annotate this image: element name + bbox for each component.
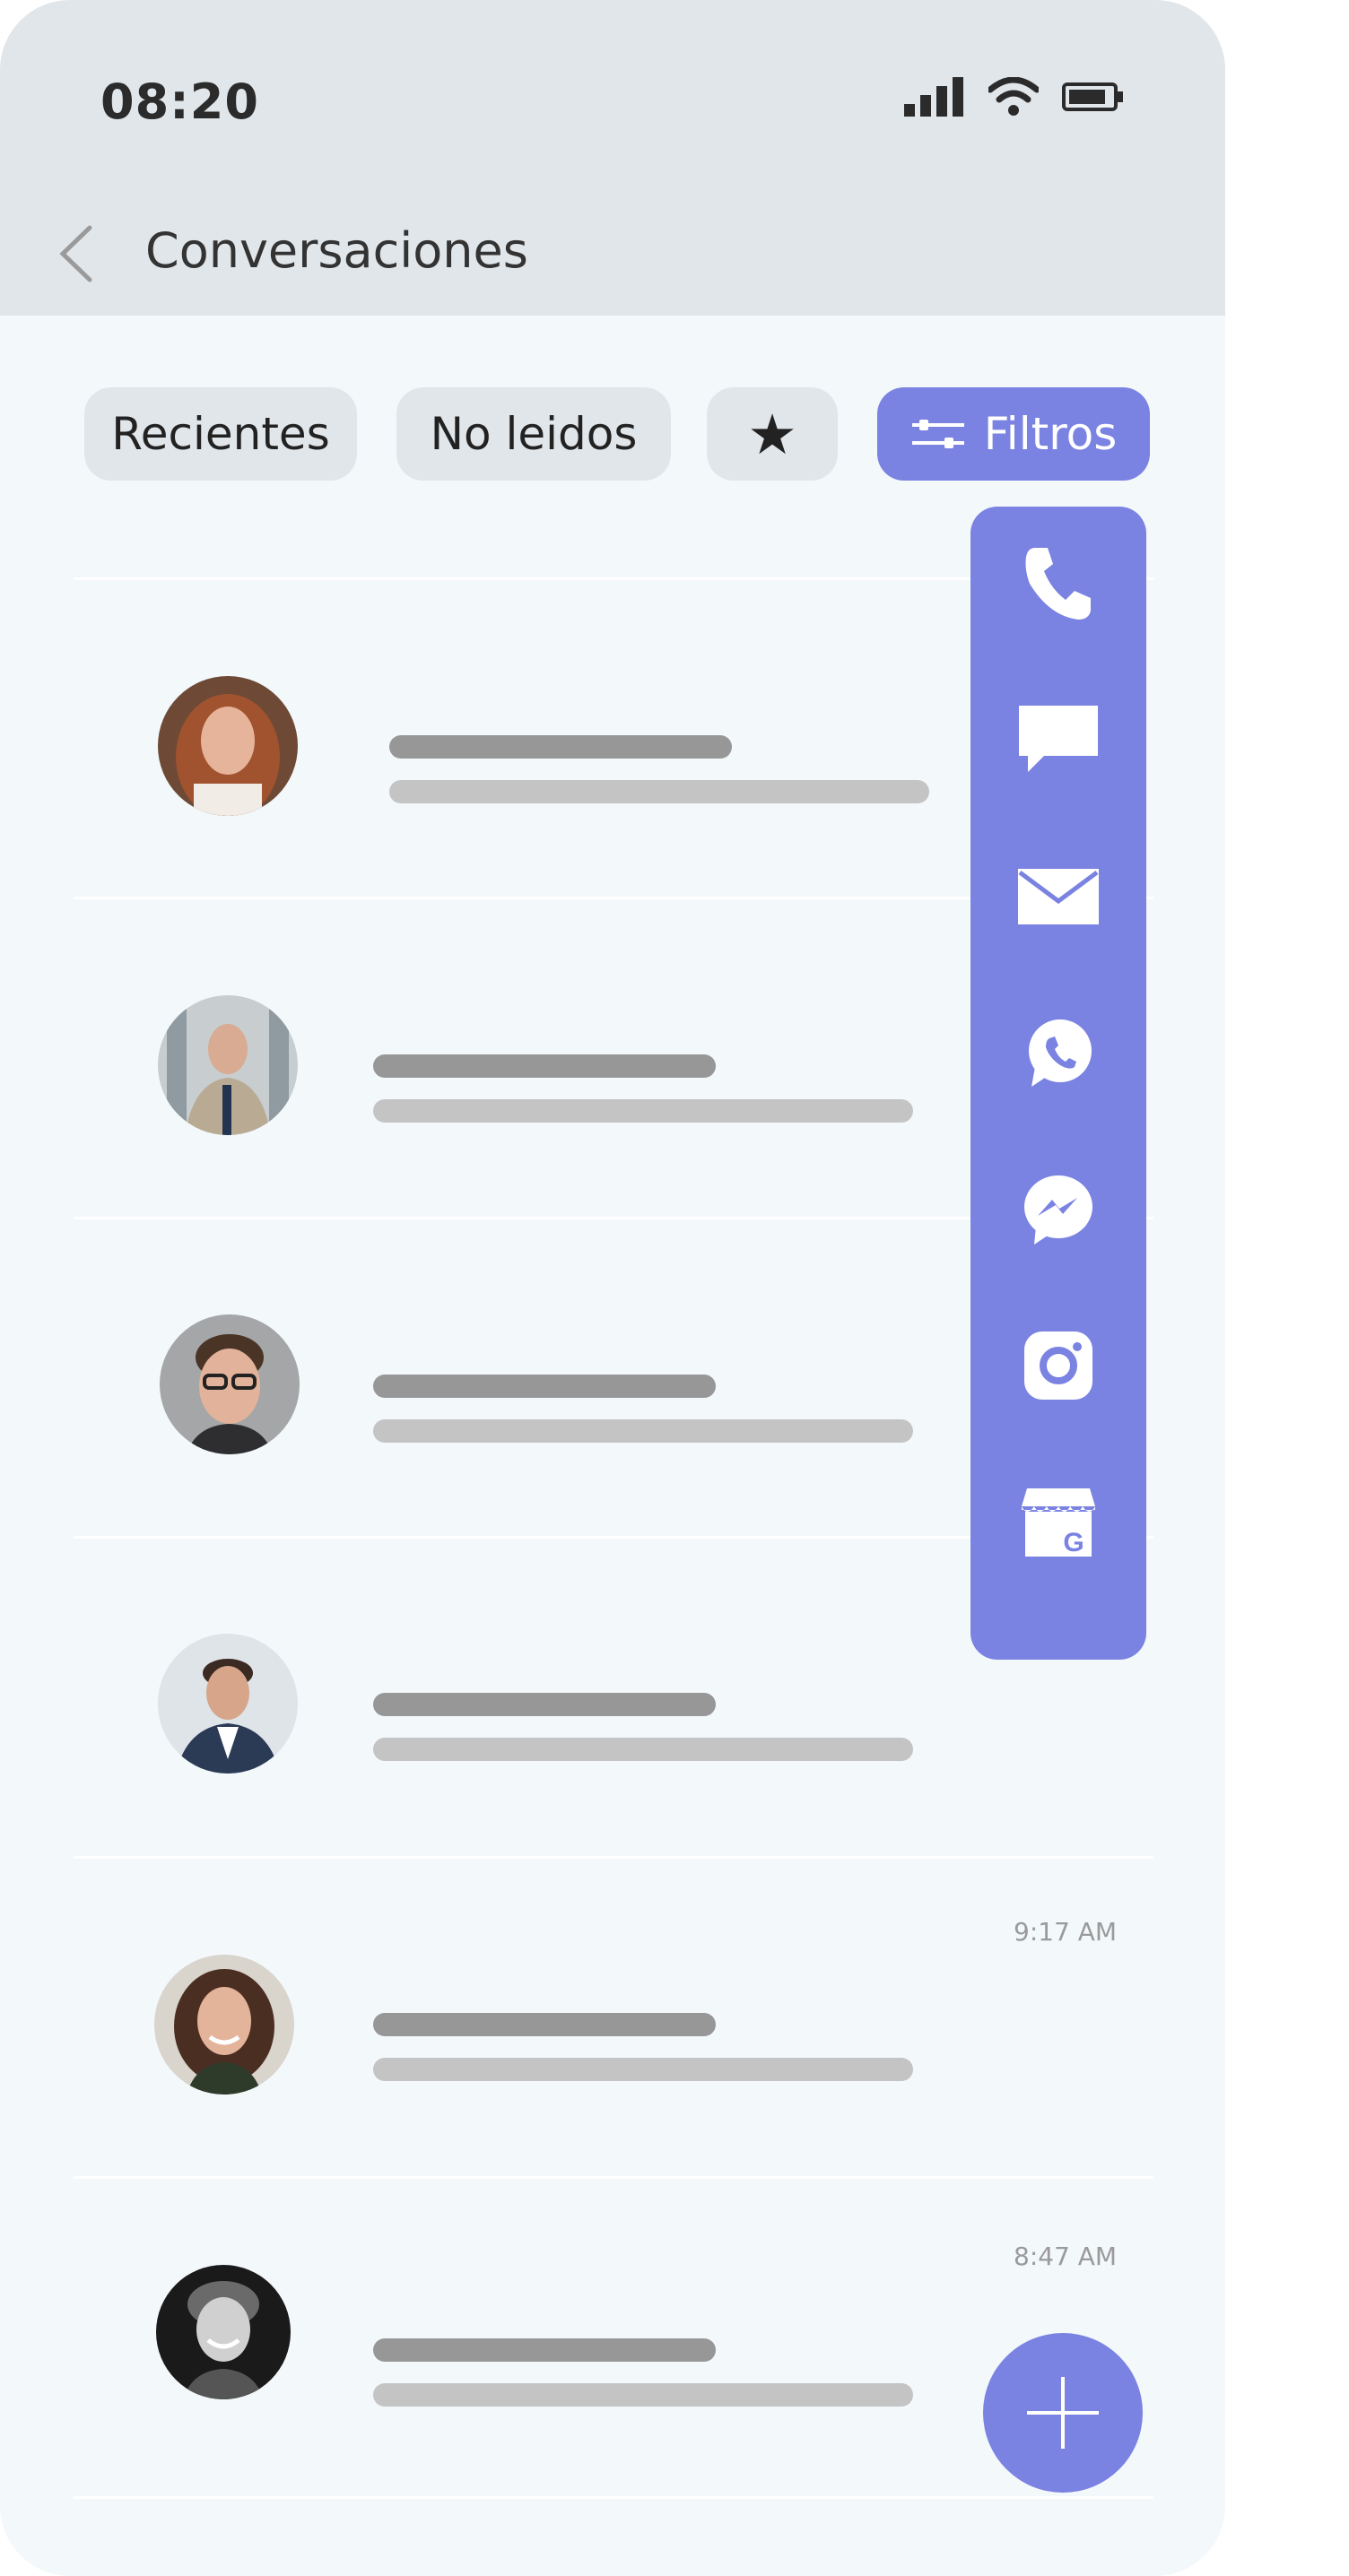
channel-email-button[interactable] (970, 838, 1146, 955)
channel-phone-button[interactable] (970, 525, 1146, 641)
svg-text:G: G (1063, 1528, 1084, 1557)
name-placeholder (373, 2013, 716, 2036)
name-placeholder (389, 735, 732, 759)
page-title: Conversaciones (145, 222, 528, 279)
name-placeholder (373, 1054, 716, 1078)
message-preview-placeholder (373, 2058, 913, 2081)
list-divider (74, 2176, 1153, 2179)
avatar (158, 995, 298, 1135)
timestamp: 9:17 AM (1014, 1917, 1118, 1947)
new-conversation-button[interactable] (983, 2333, 1143, 2493)
sliders-icon (911, 420, 964, 448)
name-placeholder (373, 1375, 716, 1398)
instagram-icon (1024, 1331, 1092, 1400)
filter-chip-starred[interactable]: ★ (707, 387, 838, 481)
timestamp: 8:47 AM (1014, 2242, 1118, 2271)
status-time: 08:20 (100, 74, 259, 130)
avatar (160, 1314, 300, 1454)
filters-button-label: Filtros (983, 408, 1118, 460)
messenger-icon (1024, 1175, 1092, 1245)
sms-chat-icon (1019, 706, 1098, 772)
channel-whatsapp-button[interactable] (970, 994, 1146, 1111)
google-business-icon: G (1022, 1488, 1095, 1557)
filter-chip-recent[interactable]: Recientes (84, 387, 357, 481)
star-icon: ★ (747, 401, 797, 467)
list-divider (74, 2496, 1153, 2499)
channel-instagram-button[interactable] (970, 1307, 1146, 1424)
signal-icon (904, 77, 963, 117)
name-placeholder (373, 1693, 716, 1716)
phone-icon (1025, 548, 1091, 620)
filter-chip-unread[interactable]: No leidos (396, 387, 671, 481)
filters-button[interactable]: Filtros (877, 387, 1150, 481)
wifi-icon (988, 77, 1039, 116)
email-icon (1018, 869, 1099, 924)
avatar (158, 1634, 298, 1774)
name-placeholder (373, 2338, 716, 2362)
filter-chip-recent-label: Recientes (111, 408, 330, 460)
status-icons (904, 77, 1125, 117)
plus-icon (1027, 2377, 1099, 2449)
message-preview-placeholder (373, 1738, 913, 1761)
list-divider (74, 1856, 1153, 1859)
avatar (158, 676, 298, 816)
avatar (154, 1955, 294, 2095)
message-preview-placeholder (389, 780, 929, 803)
battery-icon (1062, 82, 1123, 111)
app-header: 08:20 Conversaciones (0, 0, 1225, 316)
message-preview-placeholder (373, 1099, 913, 1123)
whatsapp-icon (1029, 1019, 1092, 1087)
channel-google-business-button[interactable]: G (970, 1464, 1146, 1581)
channel-sms-button[interactable] (970, 681, 1146, 798)
message-preview-placeholder (373, 2383, 913, 2407)
message-preview-placeholder (373, 1419, 913, 1443)
filter-chip-unread-label: No leidos (430, 408, 638, 460)
phone-screen: 08:20 Conversaciones Recientes No leidos… (0, 0, 1225, 2576)
back-icon[interactable] (54, 224, 99, 283)
avatar (156, 2265, 291, 2399)
channel-messenger-button[interactable] (970, 1151, 1146, 1268)
